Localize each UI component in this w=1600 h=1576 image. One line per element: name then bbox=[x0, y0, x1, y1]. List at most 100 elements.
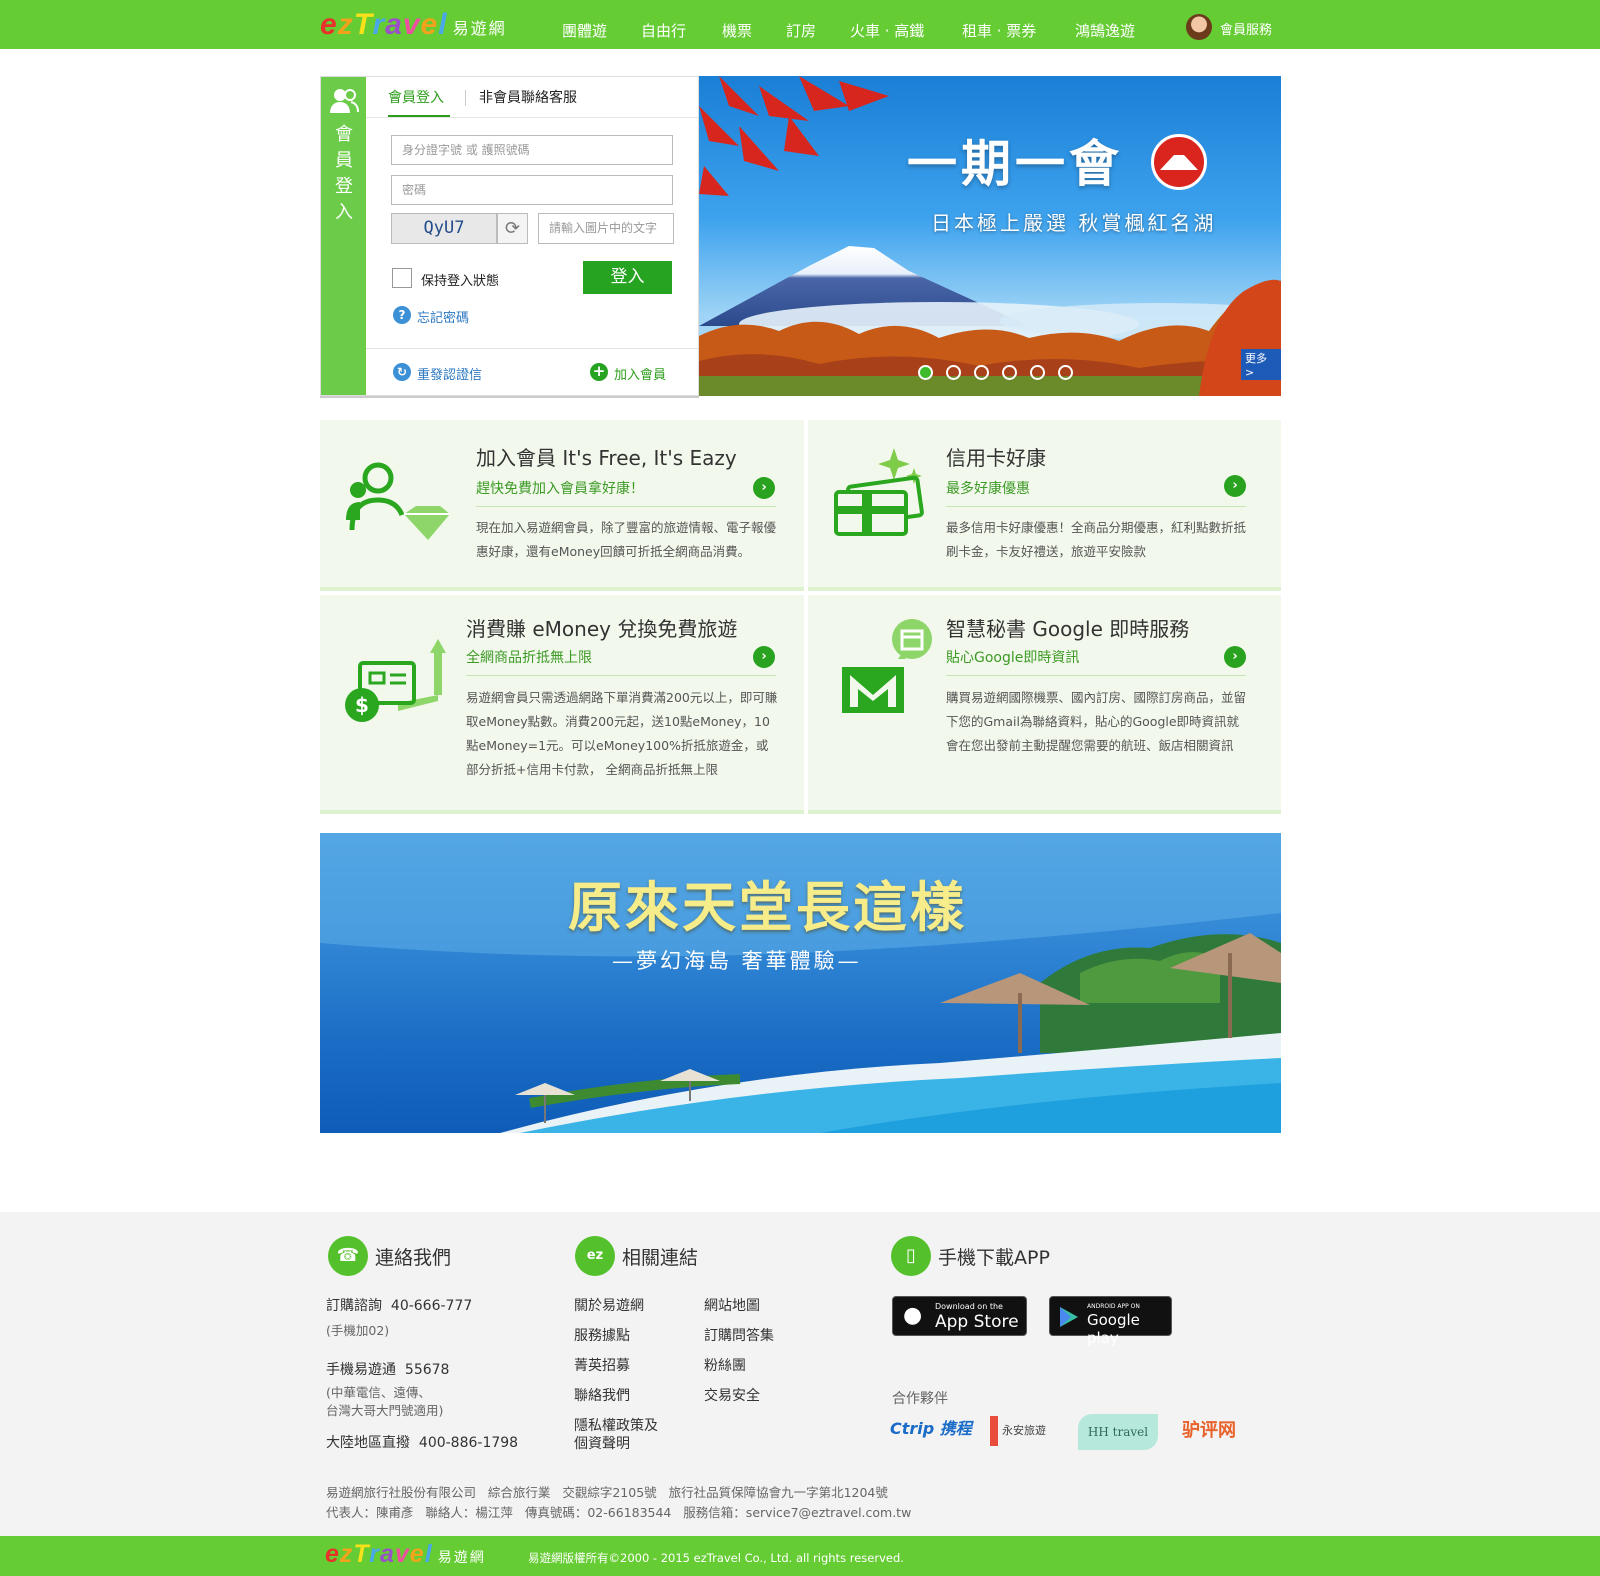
feature-card-credit-card[interactable]: 信用卡好康 最多好康優惠 › 最多信用卡好康優惠！全商品分期優惠，紅利點數折抵刷… bbox=[808, 420, 1281, 591]
app-store-button[interactable]: ● Download on the App Store bbox=[892, 1296, 1027, 1336]
footer-link[interactable]: 粉絲團 bbox=[704, 1355, 746, 1375]
feature-subtitle[interactable]: 貼心Google即時資訊 bbox=[946, 647, 1079, 667]
carousel-dot-3[interactable] bbox=[974, 365, 989, 380]
feature-title: 智慧秘書 Google 即時服務 bbox=[946, 617, 1190, 641]
company-info-line-2: 代表人：陳甫彥 聯絡人：楊江萍 傳真號碼：02-66183544 服務信箱：se… bbox=[326, 1505, 912, 1520]
feature-card-emoney[interactable]: $ 消費賺 eMoney 兌換免費旅遊 全網商品折抵無上限 › 易遊網會員只需透… bbox=[320, 595, 804, 814]
apple-icon: ● bbox=[903, 1303, 923, 1328]
feature-card-google[interactable]: 智慧秘書 Google 即時服務 貼心Google即時資訊 › 購買易遊網國際機… bbox=[808, 595, 1281, 814]
footer-link[interactable]: 關於易遊網 bbox=[574, 1295, 644, 1315]
feature-divider bbox=[466, 675, 776, 676]
footer-link[interactable]: 聯絡我們 bbox=[574, 1385, 630, 1405]
carousel-dot-6[interactable] bbox=[1058, 365, 1073, 380]
china-hotline: 大陸地區直撥 400-886-1798 bbox=[326, 1435, 519, 1451]
hero-banner[interactable]: 一期一會 日本極上嚴選 秋賞楓紅名湖 更多 > bbox=[699, 76, 1281, 396]
carousel-dot-1[interactable] bbox=[918, 365, 933, 380]
footer-link[interactable]: 交易安全 bbox=[704, 1385, 760, 1405]
help-icon: ? bbox=[393, 306, 411, 324]
nav-hotels[interactable]: 訂房 bbox=[786, 20, 816, 41]
feature-subtitle[interactable]: 全網商品折抵無上限 bbox=[466, 647, 592, 667]
logo-chinese: 易遊網 bbox=[437, 1550, 486, 1566]
svg-text:$: $ bbox=[355, 693, 369, 717]
partner-ctrip-logo[interactable]: Ctrip 携程 bbox=[890, 1415, 972, 1439]
hero-more-link[interactable]: 更多 > bbox=[1241, 349, 1281, 380]
carousel-dot-5[interactable] bbox=[1030, 365, 1045, 380]
member-service-link[interactable]: 會員服務 bbox=[1220, 19, 1272, 38]
mobile-note-2: 台灣大哥大門號適用) bbox=[326, 1403, 444, 1418]
feature-card-membership[interactable]: 加入會員 It's Free, It's Eazy 趕快免費加入會員拿好康！ ›… bbox=[320, 420, 804, 591]
carousel-dot-2[interactable] bbox=[946, 365, 961, 380]
tab-divider bbox=[465, 90, 466, 106]
footer: ☎ 連絡我們 訂購諮詢 40-666-777 (手機加02) 手機易遊通 556… bbox=[0, 1212, 1600, 1536]
contact-heading: 連絡我們 bbox=[375, 1247, 452, 1269]
arrow-right-icon[interactable]: › bbox=[1224, 475, 1246, 497]
avatar[interactable] bbox=[1186, 14, 1212, 40]
footer-link[interactable]: 訂購問答集 bbox=[704, 1325, 774, 1345]
banner-title: 原來天堂長這樣 bbox=[568, 875, 967, 939]
top-navigation-bar: ezTravel 易遊網 團體遊 自由行 機票 訂房 火車 · 高鐵 租車 · … bbox=[0, 0, 1600, 49]
feature-description: 現在加入易遊網會員，除了豐富的旅遊情報、電子報優惠好康，還有eMoney回饋可折… bbox=[476, 520, 777, 559]
resend-verification-link[interactable]: 重發認證信 bbox=[417, 364, 482, 383]
footer-link[interactable]: 網站地圖 bbox=[704, 1295, 760, 1315]
feature-description: 最多信用卡好康優惠！全商品分期優惠，紅利點數折抵刷卡金，卡友好禮送，旅遊平安險款 bbox=[946, 520, 1247, 559]
nav-hh-travel[interactable]: 鴻鵠逸遊 bbox=[1075, 20, 1135, 41]
resend-icon: ↻ bbox=[393, 363, 411, 381]
tab-separator bbox=[366, 117, 698, 118]
carousel-dot-4[interactable] bbox=[1002, 365, 1017, 380]
copyright-text: 易遊網版權所有©2000 - 2015 ezTravel Co., Ltd. a… bbox=[528, 1551, 904, 1565]
gmail-calendar-icon bbox=[842, 619, 932, 713]
join-member-link[interactable]: 加入會員 bbox=[614, 364, 666, 383]
tab-guest-service[interactable]: 非會員聯絡客服 bbox=[479, 87, 577, 107]
arrow-right-icon[interactable]: › bbox=[753, 477, 775, 499]
footer-link[interactable]: 菁英招募 bbox=[574, 1355, 630, 1375]
order-note: (手機加02) bbox=[326, 1323, 390, 1338]
nav-group-tour[interactable]: 團體遊 bbox=[562, 20, 607, 41]
logo-wordmark: ezTravel bbox=[320, 8, 448, 41]
feature-description: 易遊網會員只需透過網路下單消費滿200元以上，即可賺取eMoney點數。消費20… bbox=[466, 690, 778, 777]
fuji-emblem-icon bbox=[1151, 134, 1207, 190]
phone-icon: ☎ bbox=[328, 1236, 368, 1276]
google-play-button[interactable]: ANDROID APP ON Google play bbox=[1049, 1296, 1172, 1347]
feature-title: 消費賺 eMoney 兌換免費旅遊 bbox=[466, 617, 738, 641]
forgot-password-link[interactable]: 忘記密碼 bbox=[417, 307, 469, 326]
footer-link[interactable]: 服務據點 bbox=[574, 1325, 630, 1345]
site-logo[interactable]: ezTravel 易遊網 bbox=[320, 10, 507, 40]
arrow-right-icon[interactable]: › bbox=[1224, 646, 1246, 668]
play-store-icon bbox=[1060, 1307, 1078, 1327]
footer-logo[interactable]: ezTravel 易遊網 bbox=[325, 1542, 486, 1567]
nav-free-travel[interactable]: 自由行 bbox=[641, 20, 686, 41]
member-diamond-icon bbox=[346, 462, 450, 540]
feature-title: 加入會員 It's Free, It's Eazy bbox=[476, 446, 737, 470]
login-panel: 會 員 登 入 會員登入 非會員聯絡客服 身分證字號 或 護照號碼 密碼 QyU… bbox=[320, 76, 699, 396]
footer-link[interactable]: 個資聲明 bbox=[574, 1433, 630, 1453]
login-button[interactable]: 登入 bbox=[583, 261, 672, 294]
password-input[interactable]: 密碼 bbox=[391, 175, 673, 205]
order-hotline: 訂購諮詢 40-666-777 bbox=[326, 1298, 473, 1314]
nav-car-tickets[interactable]: 租車 · 票券 bbox=[962, 20, 1036, 41]
hero-title: 一期一會 bbox=[907, 134, 1123, 193]
feature-divider bbox=[946, 675, 1246, 676]
feature-divider bbox=[476, 506, 776, 507]
promo-banner-island[interactable]: 原來天堂長這樣 —夢幻海島 奢華體驗— bbox=[320, 833, 1281, 1133]
id-number-input[interactable]: 身分證字號 或 護照號碼 bbox=[391, 135, 673, 165]
tab-member-login[interactable]: 會員登入 bbox=[388, 87, 444, 107]
footer-link[interactable]: 隱私權政策及 bbox=[574, 1415, 658, 1435]
remember-checkbox[interactable] bbox=[392, 268, 412, 288]
partners-label: 合作夥伴 bbox=[892, 1391, 948, 1407]
feature-title: 信用卡好康 bbox=[946, 446, 1046, 470]
captcha-input[interactable]: 請輸入圖片中的文字 bbox=[538, 213, 674, 244]
arrow-right-icon[interactable]: › bbox=[753, 646, 775, 668]
login-side-label: 會 員 登 入 bbox=[335, 124, 353, 223]
nav-rail[interactable]: 火車 · 高鐵 bbox=[850, 20, 924, 41]
feature-subtitle[interactable]: 趕快免費加入會員拿好康！ bbox=[476, 478, 644, 498]
partner-lvping-logo[interactable]: 驴评网 bbox=[1182, 1416, 1236, 1442]
mobile-hotline: 手機易遊通 55678 bbox=[326, 1362, 450, 1378]
partner-yongan-logo[interactable]: 永安旅遊 bbox=[990, 1416, 1046, 1446]
feature-divider bbox=[946, 506, 1246, 507]
partner-hh-travel-logo[interactable]: HH travel bbox=[1078, 1414, 1158, 1450]
feature-subtitle[interactable]: 最多好康優惠 bbox=[946, 478, 1030, 498]
banner-subtitle: —夢幻海島 奢華體驗— bbox=[612, 949, 862, 973]
refresh-captcha-icon[interactable]: ⟳ bbox=[497, 213, 528, 244]
feature-description: 購買易遊網國際機票、國內訂房、國際訂房商品，並留下您的Gmail為聯絡資料，貼心… bbox=[946, 690, 1247, 753]
nav-flights[interactable]: 機票 bbox=[722, 20, 752, 41]
